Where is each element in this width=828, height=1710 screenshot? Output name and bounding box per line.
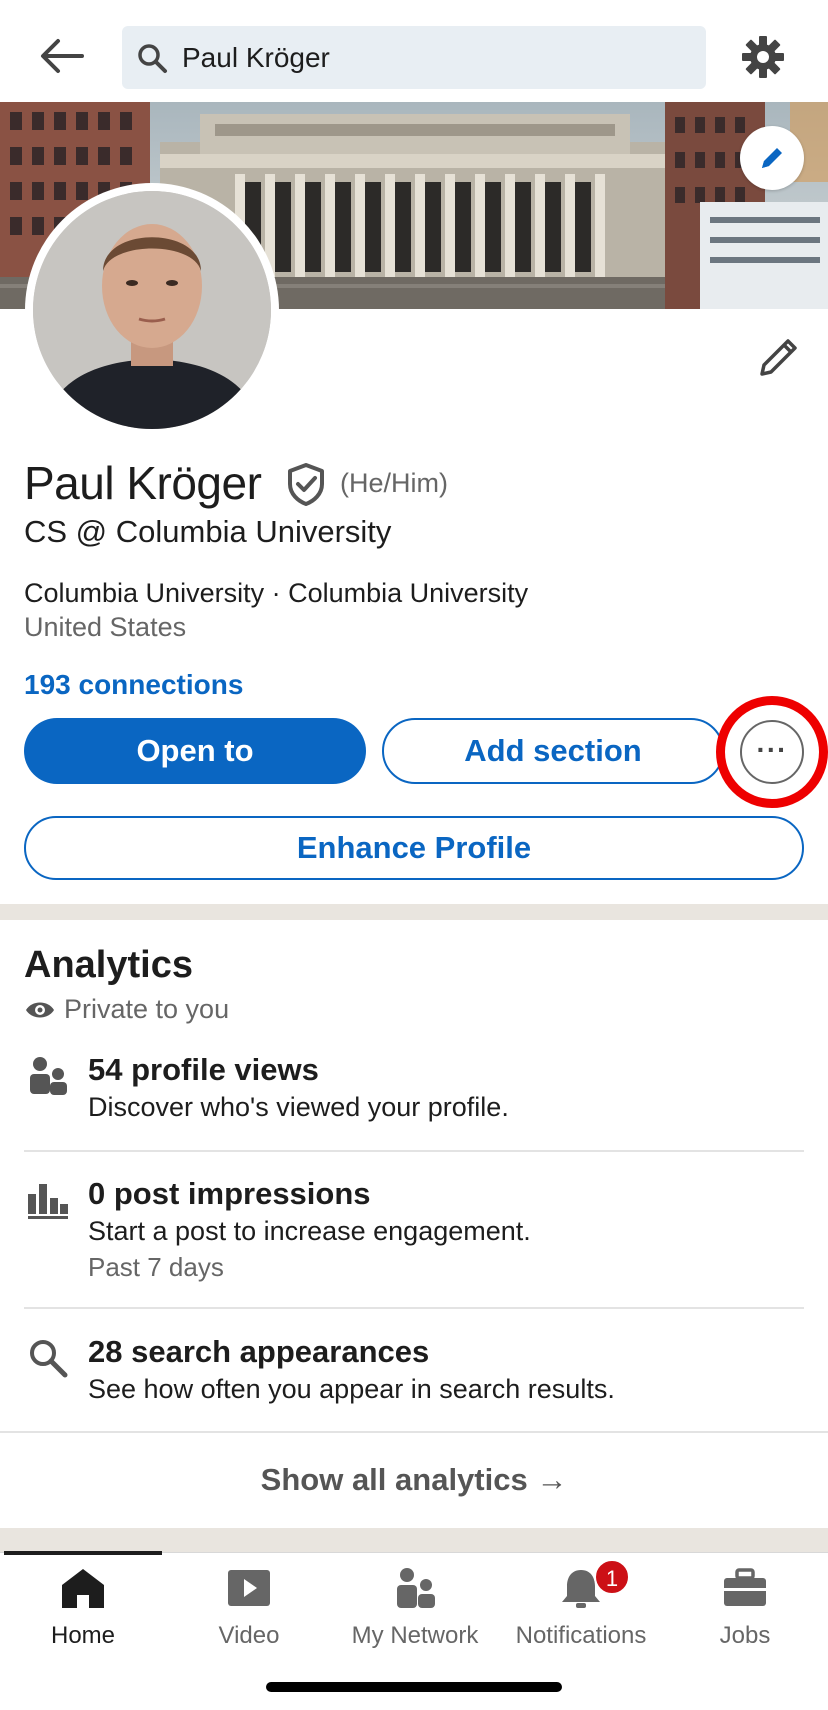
- video-icon: [228, 1570, 270, 1606]
- nav-tab-jobs[interactable]: Jobs: [662, 1552, 828, 1652]
- more-options-button[interactable]: ···: [740, 720, 804, 784]
- eye-icon: [26, 1002, 54, 1018]
- nav-tab-home[interactable]: Home: [0, 1552, 166, 1652]
- search-icon: [138, 44, 167, 73]
- analytics-title: Analytics: [24, 944, 193, 986]
- edit-cover-button[interactable]: [740, 126, 804, 190]
- section-divider: [0, 1528, 828, 1552]
- enhance-profile-button[interactable]: Enhance Profile: [24, 816, 804, 880]
- back-arrow-icon[interactable]: [36, 34, 88, 78]
- analytics-item-title: 28 search appearances: [88, 1334, 430, 1369]
- pencil-icon: [762, 148, 782, 168]
- add-section-button[interactable]: Add section: [382, 718, 724, 784]
- profile-location: United States: [24, 612, 187, 642]
- nav-tab-label: My Network: [351, 1622, 479, 1649]
- search-icon: [30, 1340, 68, 1378]
- bar-chart-icon: [28, 1184, 68, 1219]
- home-icon: [62, 1569, 104, 1608]
- show-all-analytics-link[interactable]: Show all analytics →: [0, 1462, 828, 1498]
- nav-tab-my-network[interactable]: My Network: [332, 1552, 498, 1652]
- nav-tab-video[interactable]: Video: [166, 1552, 332, 1652]
- verified-shield-icon[interactable]: [286, 462, 326, 506]
- education-line[interactable]: Columbia University · Columbia Universit…: [24, 578, 528, 609]
- row-divider: [0, 1431, 828, 1433]
- analytics-privacy-label: Private to you: [64, 994, 230, 1024]
- analytics-item-subtitle: See how often you appear in search resul…: [88, 1374, 615, 1404]
- nav-tab-label: Notifications: [515, 1622, 647, 1649]
- settings-gear-icon[interactable]: [740, 34, 786, 80]
- home-indicator-bar: [266, 1682, 562, 1692]
- edit-intro-pencil-icon[interactable]: [754, 332, 804, 382]
- nav-tab-label: Jobs: [719, 1622, 771, 1649]
- people-icon: [30, 1057, 67, 1095]
- top-bar: Paul Kröger: [0, 0, 828, 102]
- profile-headline: CS @ Columbia University: [24, 514, 392, 549]
- nav-tab-label: Video: [218, 1622, 280, 1649]
- analytics-item-title: 54 profile views: [88, 1052, 319, 1087]
- briefcase-icon: [724, 1568, 766, 1606]
- nav-tab-notifications[interactable]: Notifications: [498, 1552, 664, 1652]
- search-input[interactable]: Paul Kröger: [122, 26, 706, 89]
- analytics-item-subtitle: Start a post to increase engagement.: [88, 1216, 531, 1246]
- pronouns: (He/Him): [340, 468, 448, 498]
- section-divider: [0, 904, 828, 920]
- connections-link[interactable]: 193 connections: [24, 669, 243, 701]
- nav-tab-label: Home: [50, 1622, 116, 1649]
- open-to-button[interactable]: Open to: [24, 718, 366, 784]
- analytics-item-period: Past 7 days: [88, 1252, 224, 1282]
- network-icon: [397, 1568, 435, 1608]
- profile-avatar[interactable]: [25, 183, 279, 437]
- row-divider: [24, 1150, 804, 1152]
- search-query-text: Paul Kröger: [182, 42, 330, 73]
- analytics-item-subtitle: Discover who's viewed your profile.: [88, 1092, 509, 1122]
- row-divider: [24, 1307, 804, 1309]
- analytics-item-title: 0 post impressions: [88, 1176, 371, 1211]
- more-dots-icon: ···: [756, 734, 788, 765]
- profile-name: Paul Kröger: [24, 457, 262, 509]
- notification-count-badge: 1: [594, 1559, 630, 1595]
